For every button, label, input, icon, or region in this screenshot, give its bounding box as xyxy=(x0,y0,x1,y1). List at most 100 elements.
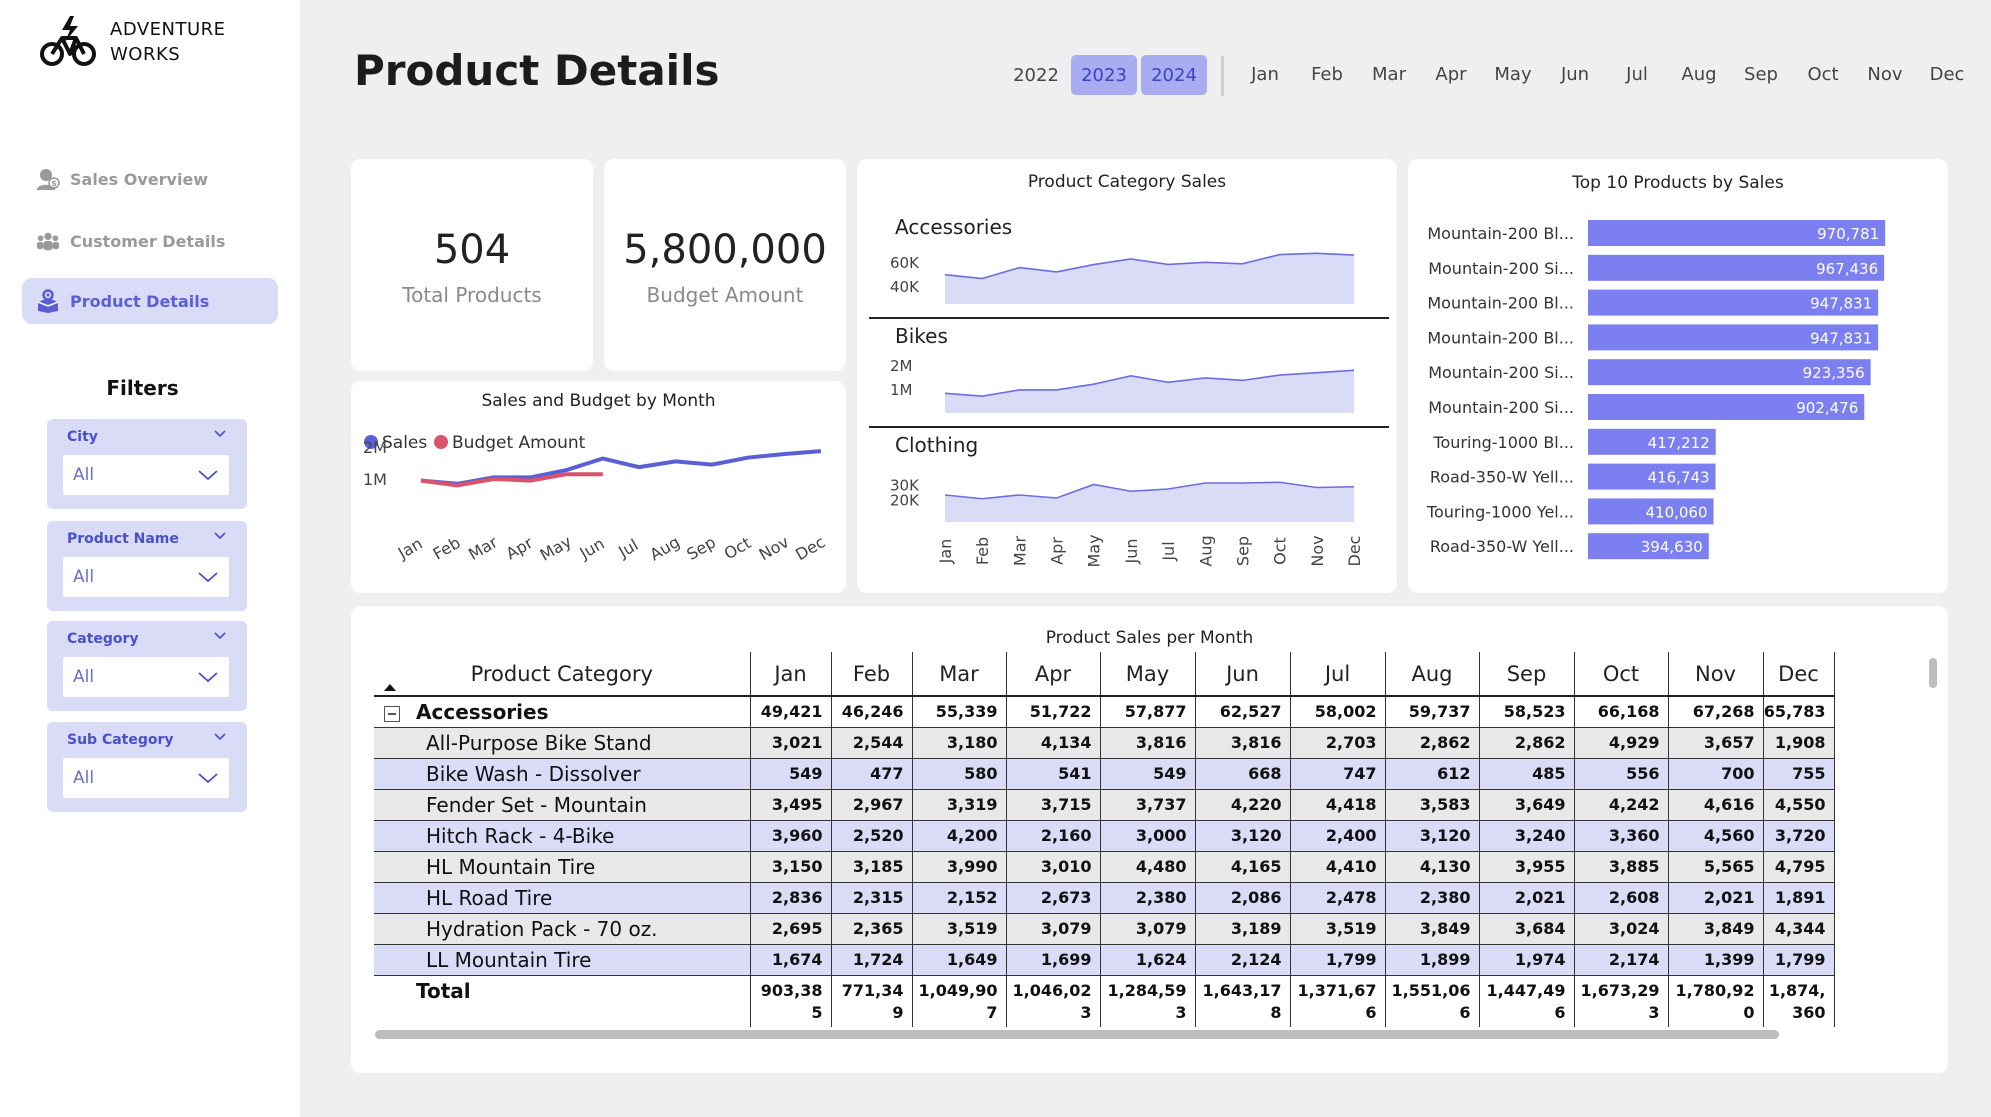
x-tick-label: Mar xyxy=(1010,535,1029,566)
table-cell: 2,862 xyxy=(1479,727,1575,759)
column-header[interactable]: Jul xyxy=(1290,652,1386,697)
table-cell: 556 xyxy=(1574,758,1669,790)
table-cell: 1,046,023 xyxy=(1006,975,1101,1027)
table-cell: 3,150 xyxy=(750,851,832,883)
table-cell: 3,000 xyxy=(1100,820,1196,852)
table-cell: 3,120 xyxy=(1195,820,1291,852)
table-cell: 3,319 xyxy=(912,789,1007,821)
column-header[interactable]: Sep xyxy=(1479,652,1575,697)
table-cell: 2,365 xyxy=(831,913,913,945)
x-tick-label: May xyxy=(1085,534,1104,567)
x-tick-label: Nov xyxy=(1308,535,1327,566)
year-2022-button[interactable]: 2022 xyxy=(1003,55,1069,95)
table-row: Fender Set - Mountain 3,495 2,967 3,319 3,71… xyxy=(374,789,1835,821)
sub-category-select[interactable]: All xyxy=(63,758,229,798)
table-cell: 3,519 xyxy=(912,913,1007,945)
table-cell: 771,349 xyxy=(831,975,913,1027)
nav-customer-details[interactable]: Customer Details xyxy=(22,218,278,264)
table-cell: 4,418 xyxy=(1290,789,1386,821)
filter-category: Category All xyxy=(47,621,247,711)
table-cell: 2,160 xyxy=(1006,820,1101,852)
category-label: Mountain-200 Bl... xyxy=(1427,224,1574,243)
month-dec-button[interactable]: Dec xyxy=(1920,64,1974,85)
table-cell: 3,849 xyxy=(1668,913,1764,945)
bike-logo-icon xyxy=(40,16,96,66)
chevron-down-icon[interactable] xyxy=(213,529,227,543)
category-label: Mountain-200 Bl... xyxy=(1427,294,1574,313)
table-cell: 1,699 xyxy=(1006,944,1101,976)
column-header[interactable]: Nov xyxy=(1668,652,1764,697)
y-tick-label: 60K xyxy=(890,254,920,272)
year-2023-button[interactable]: 2023 xyxy=(1071,55,1137,95)
column-header[interactable]: Dec xyxy=(1763,652,1835,697)
chevron-down-icon[interactable] xyxy=(213,629,227,643)
top-products-chart: Mountain-200 Bl... 970,781 Mountain-200 Si… xyxy=(1426,220,1886,560)
month-aug-button[interactable]: Aug xyxy=(1672,64,1726,85)
horizontal-scrollbar[interactable] xyxy=(375,1030,1779,1039)
table-cell: 3,021 xyxy=(750,727,832,759)
column-header[interactable]: Oct xyxy=(1574,652,1669,697)
table-cell: 3,495 xyxy=(750,789,832,821)
column-header[interactable]: Mar xyxy=(912,652,1007,697)
month-jan-button[interactable]: Jan xyxy=(1238,64,1292,85)
nav-product-details[interactable]: Product Details xyxy=(22,278,278,324)
year-2024-button[interactable]: 2024 xyxy=(1141,55,1207,95)
x-tick-label: Jun xyxy=(1122,539,1141,565)
table-cell: 4,795 xyxy=(1763,851,1835,883)
table-cell: 5,565 xyxy=(1668,851,1764,883)
table-cell: 1,049,907 xyxy=(912,975,1007,1027)
series-area xyxy=(945,482,1354,522)
x-tick-label: Aug xyxy=(647,532,684,564)
column-header[interactable]: Jan xyxy=(750,652,832,697)
city-select[interactable]: All xyxy=(63,455,229,495)
x-tick-label: Nov xyxy=(756,532,793,564)
table-cell: 4,130 xyxy=(1385,851,1480,883)
row-label-text: All-Purpose Bike Stand xyxy=(426,730,652,755)
table-cell: 2,608 xyxy=(1574,882,1669,914)
column-header[interactable]: Jun xyxy=(1195,652,1291,697)
category-select[interactable]: All xyxy=(63,657,229,697)
vertical-scrollbar[interactable] xyxy=(1929,658,1937,688)
table-row: Bike Wash - Dissolver 549 477 580 541 549 668 7… xyxy=(374,758,1835,790)
table-cell: 55,339 xyxy=(912,696,1007,728)
kpi-value: 5,800,000 xyxy=(623,227,827,273)
table-cell: 3,955 xyxy=(1479,851,1575,883)
month-jun-button[interactable]: Jun xyxy=(1548,64,1602,85)
panel-title: Accessories xyxy=(895,215,1012,239)
series-line-sales xyxy=(420,449,822,486)
table-cell: 3,079 xyxy=(1006,913,1101,945)
nav-sales-overview[interactable]: $ Sales Overview xyxy=(22,156,278,202)
chevron-down-icon[interactable] xyxy=(213,730,227,744)
month-sep-button[interactable]: Sep xyxy=(1734,64,1788,85)
row-label-text: Total xyxy=(416,978,471,1003)
month-may-button[interactable]: May xyxy=(1486,64,1540,85)
table-cell: 1,674 xyxy=(750,944,832,976)
table-cell: 4,616 xyxy=(1668,789,1764,821)
table-cell: 51,722 xyxy=(1006,696,1101,728)
column-header[interactable]: Aug xyxy=(1385,652,1480,697)
product-name-select[interactable]: All xyxy=(63,557,229,597)
column-header[interactable]: May xyxy=(1100,652,1196,697)
table-cell: 3,180 xyxy=(912,727,1007,759)
sidebar: ADVENTURE WORKS $ Sales Overview Custome… xyxy=(0,0,300,1117)
month-apr-button[interactable]: Apr xyxy=(1424,64,1478,85)
table-cell: 3,519 xyxy=(1290,913,1386,945)
table-cell: 2,380 xyxy=(1100,882,1196,914)
row-label[interactable]: Accessories xyxy=(374,696,751,728)
month-jul-button[interactable]: Jul xyxy=(1610,64,1664,85)
month-feb-button[interactable]: Feb xyxy=(1300,64,1354,85)
column-header[interactable]: Feb xyxy=(831,652,913,697)
panel-title: Clothing xyxy=(895,433,978,457)
month-mar-button[interactable]: Mar xyxy=(1362,64,1416,85)
chevron-down-icon[interactable] xyxy=(213,427,227,441)
column-header[interactable]: Product Category xyxy=(374,652,751,697)
legend-label-budget: Budget Amount xyxy=(452,433,586,453)
kpi-total-products: 504 Total Products xyxy=(351,159,593,371)
table-cell: 4,480 xyxy=(1100,851,1196,883)
month-oct-button[interactable]: Oct xyxy=(1796,64,1850,85)
nav-label: Product Details xyxy=(70,291,210,311)
collapse-icon[interactable] xyxy=(384,706,400,722)
column-header[interactable]: Apr xyxy=(1006,652,1101,697)
month-nov-button[interactable]: Nov xyxy=(1858,64,1912,85)
table-cell: 700 xyxy=(1668,758,1764,790)
